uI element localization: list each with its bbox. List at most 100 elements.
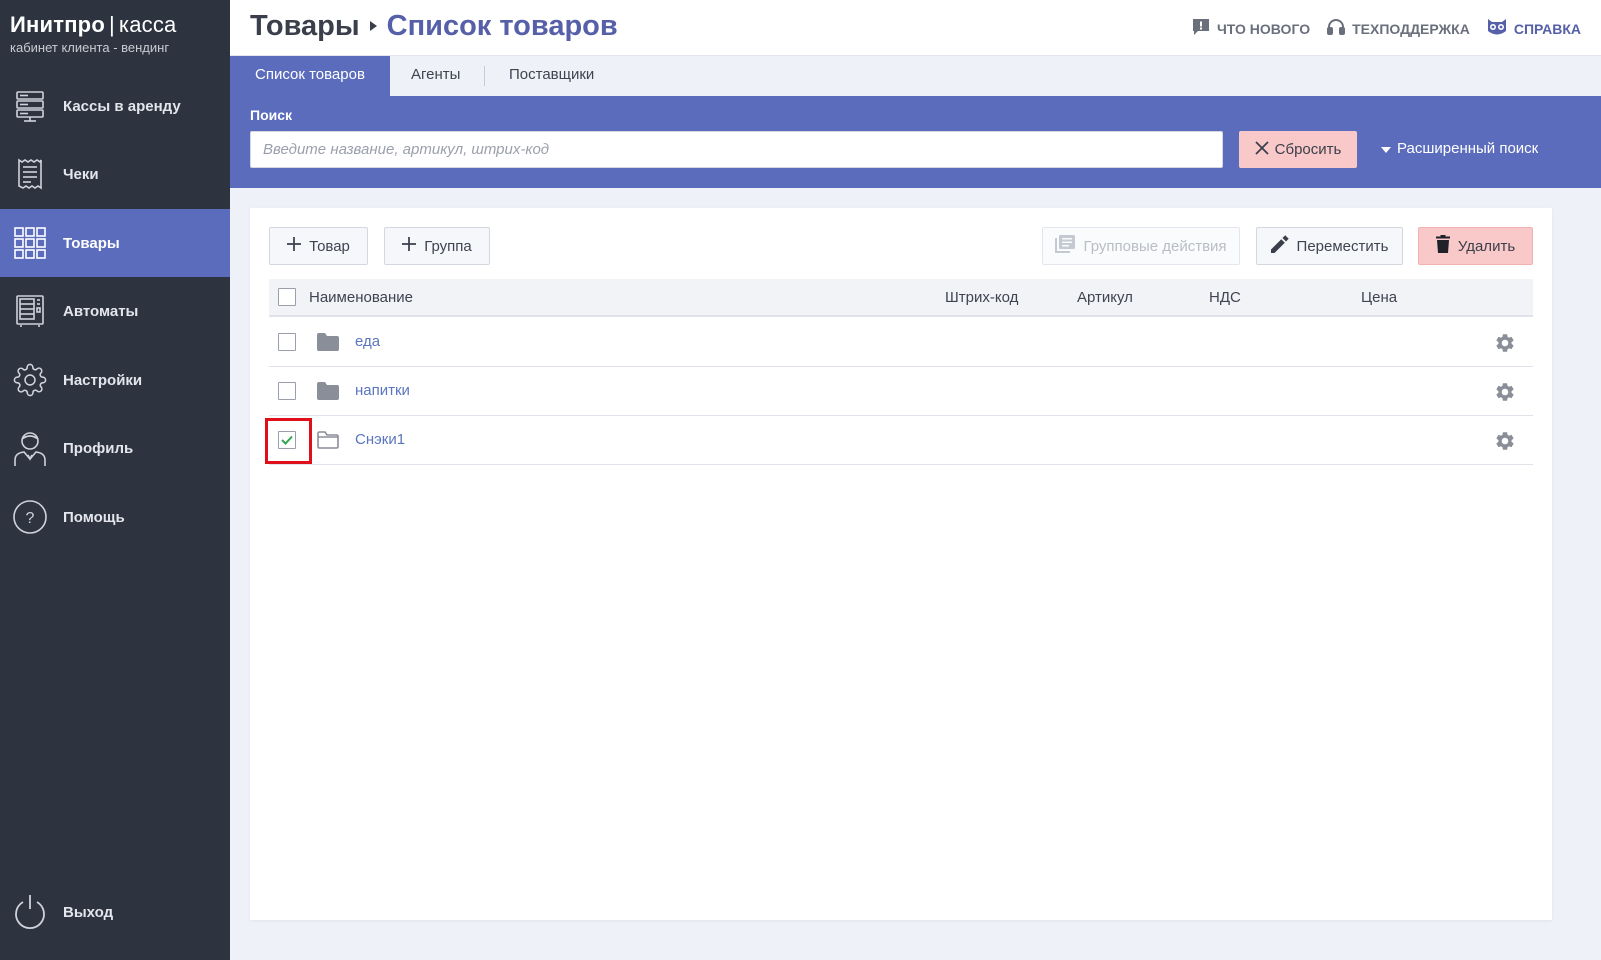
sidebar-item-receipts[interactable]: Чеки: [0, 140, 230, 208]
sidebar-item-label: Чеки: [63, 165, 99, 183]
tab-product-list[interactable]: Список товаров: [230, 56, 390, 96]
help-icon: ?: [10, 497, 50, 537]
group-name-link[interactable]: Снэки1: [355, 431, 405, 448]
top-links: ЧТО НОВОГО ТЕХПОДДЕРЖКА СПРАВКА: [1191, 17, 1581, 40]
add-group-label: Группа: [424, 237, 472, 255]
tab-suppliers[interactable]: Поставщики: [509, 56, 594, 96]
folder-outline-icon: [317, 431, 339, 454]
table-row[interactable]: напитки: [269, 367, 1533, 416]
search-input[interactable]: [250, 131, 1223, 168]
search-panel: Поиск Сбросить Расширенный поиск: [230, 96, 1601, 188]
server-icon: [10, 86, 50, 126]
support-label: ТЕХПОДДЕРЖКА: [1352, 20, 1470, 37]
delete-label: Удалить: [1457, 237, 1516, 255]
logout-button[interactable]: Выход: [0, 878, 230, 946]
row-checkbox[interactable]: [278, 382, 296, 400]
plus-icon: [287, 237, 302, 255]
trash-icon: [1435, 235, 1450, 257]
grid-icon: [10, 223, 50, 263]
row-checkbox[interactable]: [278, 333, 296, 351]
add-product-button[interactable]: Товар: [269, 227, 368, 265]
add-group-button[interactable]: Группа: [384, 227, 490, 265]
checkmark-icon: [281, 435, 293, 445]
column-header-price[interactable]: Цена: [1361, 289, 1397, 306]
tabs: Список товаров Агенты Поставщики: [230, 56, 1601, 96]
page-title: Список товаров: [386, 10, 618, 42]
caret-right-icon: [369, 20, 377, 34]
reset-button[interactable]: Сбросить: [1239, 131, 1357, 168]
gear-icon[interactable]: [1494, 332, 1516, 359]
column-header-vat[interactable]: НДС: [1209, 289, 1241, 306]
reset-label: Сбросить: [1274, 141, 1342, 158]
gear-icon[interactable]: [1494, 381, 1516, 408]
brand-separator: |: [108, 12, 115, 37]
help-label: СПРАВКА: [1513, 20, 1581, 37]
help-link[interactable]: СПРАВКА: [1486, 17, 1581, 40]
table-row[interactable]: еда: [269, 318, 1533, 367]
brand-title: Инитпро | касса: [10, 12, 176, 38]
breadcrumb-root[interactable]: Товары: [250, 10, 360, 43]
move-label: Переместить: [1296, 237, 1389, 255]
breadcrumb: Товары Список товаров: [250, 10, 618, 43]
sidebar: Инитпро | касса кабинет клиента - вендинг …: [0, 0, 230, 960]
sidebar-item-settings[interactable]: Настройки: [0, 346, 230, 414]
sidebar-item-label: Профиль: [63, 439, 134, 457]
table-row[interactable]: Снэки1: [265, 416, 1533, 465]
whats-new-label: ЧТО НОВОГО: [1216, 20, 1311, 37]
power-icon: [10, 892, 50, 932]
receipt-icon: [10, 154, 50, 194]
group-actions-button[interactable]: Групповые действия: [1042, 227, 1240, 265]
brand-subtitle: кабинет клиента - вендинг: [10, 40, 170, 55]
folder-icon: [317, 382, 339, 405]
sidebar-item-machines[interactable]: Автоматы: [0, 277, 230, 345]
gear-icon[interactable]: [1494, 430, 1516, 457]
advanced-search-label: Расширенный поиск: [1397, 140, 1539, 157]
move-button[interactable]: Переместить: [1256, 227, 1403, 265]
search-label: Поиск: [250, 107, 293, 123]
column-header-barcode[interactable]: Штрих-код: [945, 289, 1018, 306]
headset-icon: [1326, 17, 1346, 40]
brand: Инитпро | касса кабинет клиента - вендинг: [10, 12, 176, 55]
sidebar-item-rent-registers[interactable]: Кассы в аренду: [0, 72, 230, 140]
brand-name: Инитпро: [10, 12, 105, 37]
advanced-search-toggle[interactable]: Расширенный поиск: [1381, 140, 1538, 157]
group-name-link[interactable]: напитки: [355, 382, 410, 399]
pencil-icon: [1270, 235, 1289, 257]
caret-down-icon: [1381, 140, 1391, 157]
library-icon: [1055, 235, 1076, 257]
tab-agents[interactable]: Агенты: [411, 56, 460, 96]
brand-product: касса: [118, 12, 177, 37]
vending-machine-icon: [10, 291, 50, 331]
sidebar-item-profile[interactable]: Профиль: [0, 414, 230, 482]
column-header-name[interactable]: Наименование: [309, 289, 413, 306]
whats-new-link[interactable]: ЧТО НОВОГО: [1191, 17, 1310, 40]
select-all-checkbox[interactable]: [278, 288, 296, 306]
close-icon: [1255, 140, 1269, 159]
sidebar-item-label: Настройки: [63, 371, 143, 389]
delete-button[interactable]: Удалить: [1418, 227, 1533, 265]
group-name-link[interactable]: еда: [355, 333, 380, 350]
sidebar-item-label: Автоматы: [63, 302, 139, 320]
row-checkbox-checked[interactable]: [278, 431, 296, 449]
user-icon: [10, 428, 50, 468]
sidebar-item-help[interactable]: ? Помощь: [0, 483, 230, 551]
logout-label: Выход: [63, 903, 114, 921]
gear-icon: [10, 360, 50, 400]
group-actions-label: Групповые действия: [1083, 237, 1227, 255]
sidebar-item-label: Кассы в аренду: [63, 97, 181, 115]
svg-text:?: ?: [26, 510, 35, 527]
add-product-label: Товар: [309, 237, 350, 255]
owl-icon: [1486, 17, 1508, 40]
products-card: Товар Группа Групповые действия Перемест…: [250, 208, 1552, 920]
header: Товары Список товаров ЧТО НОВОГО ТЕХПОДД…: [230, 0, 1601, 56]
column-header-sku[interactable]: Артикул: [1077, 289, 1133, 306]
sidebar-item-label: Помощь: [63, 508, 125, 526]
tab-divider: [484, 66, 485, 86]
sidebar-item-label: Товары: [63, 234, 120, 252]
announcement-icon: [1191, 17, 1211, 40]
sidebar-item-products[interactable]: Товары: [0, 209, 230, 277]
plus-icon: [402, 237, 417, 255]
support-link[interactable]: ТЕХПОДДЕРЖКА: [1326, 17, 1470, 40]
folder-icon: [317, 333, 339, 356]
table-header: Наименование Штрих-код Артикул НДС Цена: [269, 279, 1533, 317]
